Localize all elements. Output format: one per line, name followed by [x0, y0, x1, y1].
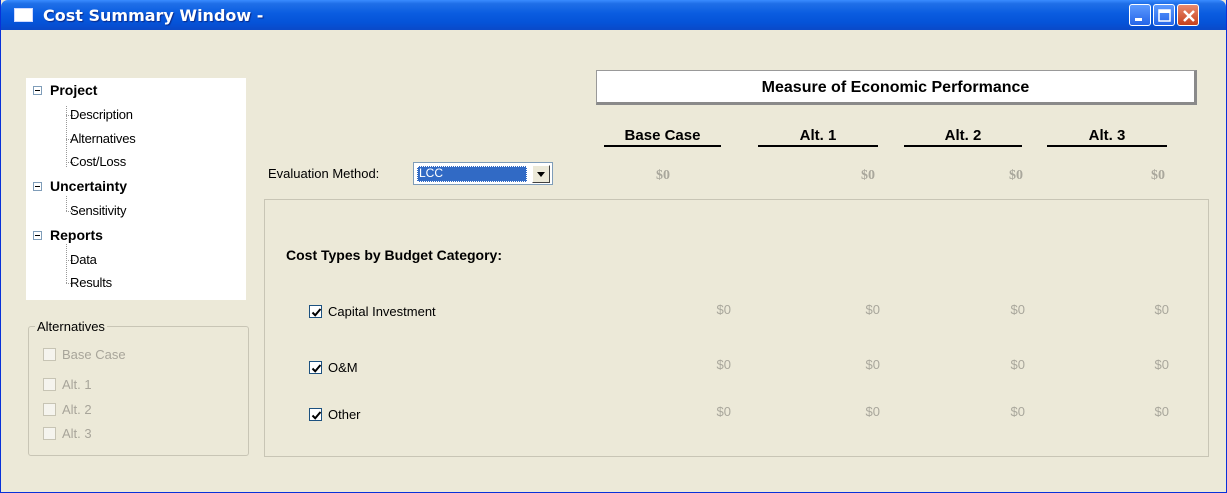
window-icon — [14, 8, 33, 22]
checkbox-icon — [43, 427, 56, 441]
cost-value: $0 — [716, 404, 731, 419]
cost-value: $0 — [716, 302, 731, 317]
cost-types-title: Cost Types by Budget Category: — [286, 247, 502, 263]
window-title: Cost Summary Window - — [43, 6, 264, 25]
minimize-icon — [1135, 18, 1142, 21]
cost-value: $0 — [1010, 302, 1025, 317]
checkmark-icon[interactable] — [309, 408, 322, 422]
cost-value: $0 — [1010, 404, 1025, 419]
evaluation-method-label: Evaluation Method: — [268, 166, 380, 181]
cost-value: $0 — [865, 357, 880, 372]
cost-value: $0 — [1154, 357, 1169, 372]
checkbox-icon — [43, 348, 56, 362]
measure-header: Measure of Economic Performance — [596, 70, 1197, 105]
cost-summary-window: Cost Summary Window - Project Descriptio… — [0, 0, 1227, 493]
checkmark-icon[interactable] — [309, 305, 322, 319]
alt-checkbox-alt-1: Alt. 1 — [43, 376, 92, 392]
maximize-button[interactable] — [1153, 4, 1175, 26]
column-header-alt-3: Alt. 3 — [1047, 127, 1167, 147]
alt-checkbox-base-case: Base Case — [43, 346, 126, 362]
collapse-icon[interactable] — [33, 182, 42, 191]
cost-value: $0 — [1154, 302, 1169, 317]
checkbox-capital-investment[interactable]: Capital Investment — [309, 303, 436, 319]
cost-value: $0 — [865, 302, 880, 317]
checkmark-icon[interactable] — [309, 361, 322, 375]
evaluation-method-select[interactable]: LCC — [413, 162, 553, 185]
measure-value-base-case: $0 — [656, 168, 670, 183]
cost-value: $0 — [1154, 404, 1169, 419]
collapse-icon[interactable] — [33, 231, 42, 240]
cost-types-panel — [264, 199, 1209, 457]
dropdown-arrow-icon[interactable] — [532, 165, 550, 183]
collapse-icon[interactable] — [33, 86, 42, 95]
title-bar[interactable]: Cost Summary Window - — [1, 0, 1226, 30]
cost-value: $0 — [1010, 357, 1025, 372]
column-header-alt-1: Alt. 1 — [758, 127, 878, 147]
checkbox-icon — [43, 403, 56, 417]
measure-value-alt-1: $0 — [861, 168, 875, 183]
column-header-base-case: Base Case — [604, 127, 721, 147]
minimize-button[interactable] — [1129, 4, 1151, 26]
measure-value-alt-2: $0 — [1009, 168, 1023, 183]
maximize-icon — [1158, 9, 1171, 22]
cost-value: $0 — [716, 357, 731, 372]
alternatives-legend: Alternatives — [35, 319, 107, 334]
column-header-alt-2: Alt. 2 — [904, 127, 1022, 147]
alt-checkbox-alt-2: Alt. 2 — [43, 401, 92, 417]
navigation-tree[interactable]: Project Description Alternatives Cost/Lo… — [26, 78, 246, 300]
alternatives-group: Alternatives Base Case Alt. 1 Alt. 2 Alt… — [28, 319, 249, 456]
cost-value: $0 — [865, 404, 880, 419]
checkbox-other[interactable]: Other — [309, 406, 361, 422]
checkbox-om[interactable]: O&M — [309, 359, 358, 375]
alt-checkbox-alt-3: Alt. 3 — [43, 425, 92, 441]
close-button[interactable] — [1177, 4, 1199, 26]
evaluation-method-value: LCC — [417, 166, 527, 182]
close-icon — [1183, 10, 1195, 22]
measure-value-alt-3: $0 — [1151, 168, 1165, 183]
checkbox-icon — [43, 378, 56, 392]
